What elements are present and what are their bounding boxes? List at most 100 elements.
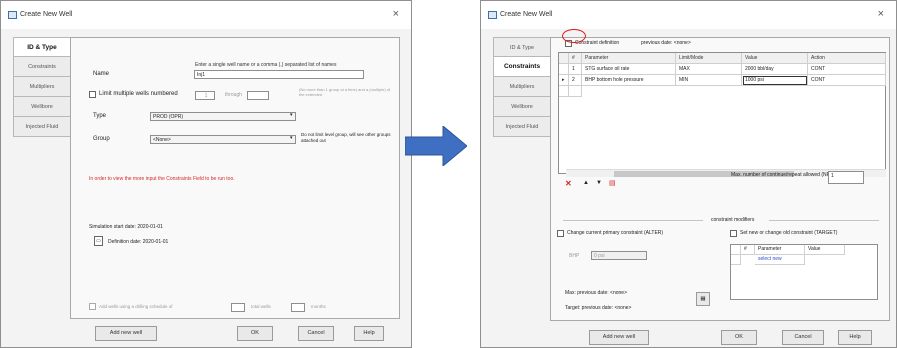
set-new-label: Set new or change old constraint (TARGET… xyxy=(740,230,838,236)
grid-icon[interactable]: ▤ xyxy=(609,179,616,187)
tab-injected-fluid[interactable]: Injected Fluid xyxy=(13,117,71,137)
tab-wellbore[interactable]: Wellbore xyxy=(13,97,71,117)
section-title: constraint modifiers xyxy=(711,217,755,223)
move-up-icon[interactable]: ▲ xyxy=(583,180,589,186)
tab-id-type[interactable]: ID & Type xyxy=(13,37,71,57)
row-selector[interactable] xyxy=(559,64,569,75)
cancel-button[interactable]: Cancel xyxy=(782,330,824,345)
table-row-empty[interactable] xyxy=(559,86,885,97)
tab-multipliers[interactable]: Multipliers xyxy=(493,77,551,97)
row-selector[interactable] xyxy=(559,86,569,97)
months-label: months xyxy=(311,304,326,309)
value-cell[interactable]: 2000 bbl/day xyxy=(742,64,808,75)
add-new-well-button[interactable]: Add new well xyxy=(589,330,649,345)
right-arrow-icon xyxy=(405,126,467,166)
help-button[interactable]: Help xyxy=(838,330,872,345)
title-bar: Create New Well × xyxy=(481,1,896,29)
section-divider xyxy=(769,220,879,221)
table-header-row: # Parameter Limit/Mode Value Action xyxy=(559,53,886,64)
multi-spin-input[interactable]: 1 xyxy=(195,91,215,100)
previous-date-text: previous date: <none> xyxy=(641,40,691,46)
row-number: 2 xyxy=(569,75,582,86)
parameter-cell[interactable]: select new xyxy=(755,255,805,265)
table-icon[interactable]: ▦ xyxy=(696,292,710,306)
definition-date: Definition date: 2020-01-01 xyxy=(108,239,169,245)
row-selector[interactable]: ▸ xyxy=(559,75,569,86)
group-label: Group xyxy=(93,136,110,142)
section-divider xyxy=(563,220,703,221)
create-new-well-dialog-right: Create New Well × ID & Type Constraints … xyxy=(480,0,897,348)
drilling-schedule-checkbox[interactable] xyxy=(89,303,96,310)
tab-injected-fluid[interactable]: Injected Fluid xyxy=(493,117,551,137)
tab-constraints[interactable]: Constraints xyxy=(13,57,71,77)
tab-id-type[interactable]: ID & Type xyxy=(493,37,551,57)
limit-mode-cell[interactable]: MIN xyxy=(676,75,742,86)
type-label: Type xyxy=(93,113,107,119)
set-new-checkbox[interactable] xyxy=(730,230,737,237)
tab-multipliers[interactable]: Multipliers xyxy=(13,77,71,97)
limit-mode-cell[interactable]: MAX xyxy=(676,64,742,75)
value-cell[interactable]: 1000 psi xyxy=(742,75,808,86)
action-cell[interactable]: CONT xyxy=(808,64,886,75)
empty-cell xyxy=(569,86,582,97)
column-header: # xyxy=(741,245,755,255)
column-header: Limit/Mode xyxy=(676,53,742,64)
tab-constraints[interactable]: Constraints xyxy=(493,57,551,77)
name-label: Name xyxy=(93,71,110,77)
chevron-down-icon[interactable]: ▾ xyxy=(290,112,293,118)
sidebar: ID & Type Constraints Multipliers Wellbo… xyxy=(13,37,71,137)
table-row[interactable]: ▸ 2 BHP bottom hole pressure MIN 1000 ps… xyxy=(559,75,886,86)
close-icon[interactable]: × xyxy=(878,8,884,20)
type-select[interactable]: PROD (OPR) xyxy=(150,112,296,121)
target-previous-date: Target: previous date: <none> xyxy=(565,305,632,311)
table-row[interactable]: 1 STG surface oil rate MAX 2000 bbl/day … xyxy=(559,64,886,75)
column-header: Value xyxy=(742,53,808,64)
bhp-input[interactable]: 0 psi xyxy=(591,251,647,260)
schedule-months-input[interactable] xyxy=(291,303,305,312)
warning-text: In order to view the more input the Cons… xyxy=(89,176,235,182)
window-title: Create New Well xyxy=(500,11,553,18)
cancel-button[interactable]: Cancel xyxy=(298,326,334,341)
instruction-text: Enter a single well name or a comma (,) … xyxy=(195,62,337,68)
delete-icon[interactable]: ✕ xyxy=(565,179,572,188)
close-icon[interactable]: × xyxy=(393,8,399,20)
column-header: Action xyxy=(808,53,886,64)
multi-spin-input-2[interactable] xyxy=(247,91,269,100)
change-current-checkbox[interactable] xyxy=(557,230,564,237)
change-current-label: Change current primary constraint (ALTER… xyxy=(567,230,664,236)
ok-button[interactable]: OK xyxy=(721,330,757,345)
name-input[interactable]: Inj1 xyxy=(194,70,364,79)
tab-wellbore[interactable]: Wellbore xyxy=(493,97,551,117)
bhp-label: BHP xyxy=(569,253,580,259)
table-corner xyxy=(559,53,569,64)
chevron-down-icon[interactable]: ▾ xyxy=(290,135,293,141)
row-number: 1 xyxy=(569,64,582,75)
add-new-well-button[interactable]: Add new well xyxy=(95,326,157,341)
help-button[interactable]: Help xyxy=(354,326,384,341)
parameter-cell[interactable]: STG surface oil rate xyxy=(582,64,676,75)
multi-wells-label: Limit multiple wells numbered xyxy=(99,91,178,97)
calendar-icon[interactable]: ▭ xyxy=(94,236,103,246)
ok-button[interactable]: OK xyxy=(237,326,273,341)
total-wells-label: total wells xyxy=(251,304,271,309)
schedule-wells-input[interactable] xyxy=(231,303,245,312)
table-corner xyxy=(731,245,741,255)
title-bar: Create New Well × xyxy=(1,1,411,29)
app-icon xyxy=(488,11,497,19)
group-select[interactable]: <None> xyxy=(150,135,296,144)
highlight-circle xyxy=(562,29,586,43)
row-selector[interactable] xyxy=(731,255,741,265)
move-down-icon[interactable]: ▼ xyxy=(596,180,602,186)
simulation-start-date: Simulation start date: 2020-01-01 xyxy=(89,224,163,230)
drilling-schedule-label: Add wells using a drilling schedule of xyxy=(99,304,173,309)
column-header: Value xyxy=(805,245,845,255)
column-header: # xyxy=(569,53,582,64)
multi-wells-checkbox[interactable] xyxy=(89,91,96,98)
column-header: Parameter xyxy=(582,53,676,64)
column-header: Parameter xyxy=(755,245,805,255)
group-note: Do not limit level group, will see other… xyxy=(301,132,391,143)
parameter-cell[interactable]: BHP bottom hole pressure xyxy=(582,75,676,86)
target-table: # Parameter Value select new xyxy=(730,244,878,300)
max-repeat-input[interactable]: 1 xyxy=(828,171,864,184)
action-cell[interactable]: CONT xyxy=(808,75,886,86)
